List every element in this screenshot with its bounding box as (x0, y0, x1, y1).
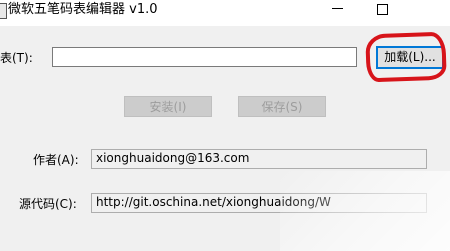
author-field[interactable]: xionghuaidong@163.com (91, 149, 427, 169)
save-button[interactable]: 保存(S) (238, 96, 326, 117)
window-title: 微软五笔码表编辑器 v1.0 (8, 2, 158, 17)
minimize-button[interactable] (314, 0, 360, 26)
app-icon (0, 3, 7, 19)
maximize-icon (377, 4, 388, 15)
minimize-icon (332, 8, 343, 9)
watermark (280, 171, 450, 251)
source-label: 源代码(C): (19, 197, 77, 211)
title-bar: 微软五笔码表编辑器 v1.0 (0, 0, 450, 26)
maximize-button[interactable] (360, 0, 406, 26)
annotation-circle (365, 31, 447, 83)
install-button[interactable]: 安装(I) (124, 96, 212, 117)
codetable-input[interactable] (52, 47, 357, 67)
author-label: 作者(A): (33, 153, 79, 167)
codetable-label: 码表(T): (0, 51, 33, 65)
